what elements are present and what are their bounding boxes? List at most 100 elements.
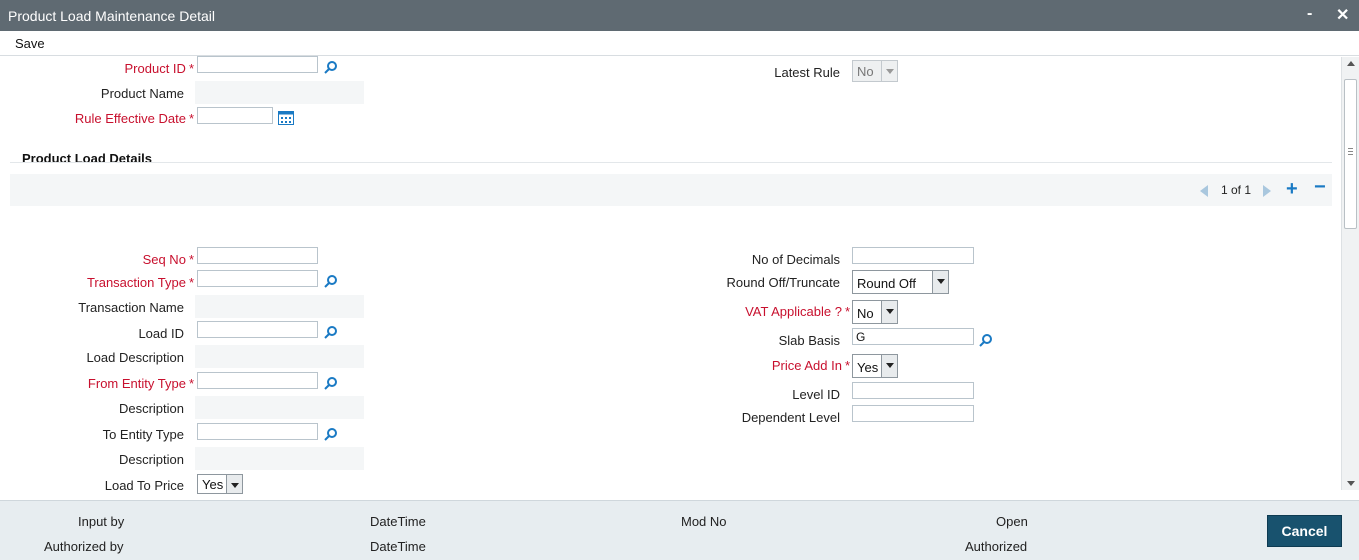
load-to-price-value: Yes — [202, 477, 224, 492]
rule-effective-date-label-text: Rule Effective Date — [74, 111, 186, 126]
dependent-level-label: Dependent Level — [741, 410, 840, 425]
required-marker: * — [844, 304, 850, 319]
from-entity-description-value — [195, 396, 364, 419]
price-add-in-label-text: Price Add In — [771, 358, 842, 373]
price-add-in-label: Price Add In * — [772, 358, 850, 373]
product-id-label: Product ID * — [125, 61, 194, 76]
round-off-truncate-label: Round Off/Truncate — [726, 275, 840, 290]
previous-page-icon[interactable] — [1200, 185, 1208, 197]
pager-text: 1 of 1 — [1221, 183, 1252, 197]
section-divider — [10, 162, 1332, 163]
load-id-input[interactable] — [197, 321, 318, 338]
section-title: Product Load Details — [22, 151, 153, 166]
required-marker: * — [188, 275, 194, 290]
transaction-type-label-text: Transaction Type — [86, 275, 186, 290]
grip-icon — [1348, 148, 1353, 155]
slab-basis-label: Slab Basis — [778, 333, 840, 348]
window-titlebar: Product Load Maintenance Detail - ✕ — [0, 0, 1359, 31]
seq-no-input[interactable] — [197, 247, 318, 264]
transaction-name-value — [195, 295, 364, 318]
input-by-label: Input by — [78, 514, 125, 529]
latest-rule-select: No — [852, 60, 898, 82]
pager-bar — [10, 174, 1332, 206]
mod-no-label: Mod No — [681, 514, 727, 529]
transaction-type-input[interactable] — [197, 270, 318, 287]
dependent-level-input[interactable] — [852, 405, 974, 422]
latest-rule-value: No — [857, 64, 874, 79]
vat-applicable-label: VAT Applicable ? * — [745, 304, 850, 319]
vat-applicable-value: No — [857, 306, 874, 321]
add-row-icon[interactable]: + — [1286, 178, 1298, 201]
search-icon[interactable] — [324, 376, 338, 390]
audit-footer: Input by Authorized by DateTime DateTime… — [0, 500, 1359, 560]
search-icon[interactable] — [324, 325, 338, 339]
load-description-label: Load Description — [86, 350, 184, 365]
load-id-label: Load ID — [138, 326, 184, 341]
round-off-truncate-value: Round Off — [857, 276, 917, 291]
save-button[interactable]: Save — [15, 36, 45, 51]
input-datetime-label: DateTime — [370, 514, 426, 529]
no-of-decimals-label: No of Decimals — [751, 252, 840, 267]
next-page-icon[interactable] — [1263, 185, 1271, 197]
product-name-label: Product Name — [100, 86, 184, 101]
to-entity-description-label: Description — [118, 452, 184, 467]
load-to-price-select[interactable]: Yes — [197, 474, 243, 494]
menu-bar: Save — [0, 31, 1359, 56]
required-marker: * — [844, 358, 850, 373]
search-icon[interactable] — [979, 333, 993, 347]
from-entity-type-label-text: From Entity Type — [87, 376, 186, 391]
chevron-down-icon[interactable] — [881, 301, 897, 323]
chevron-down-icon[interactable] — [932, 271, 948, 293]
no-of-decimals-input[interactable] — [852, 247, 974, 264]
chevron-down-icon — [881, 61, 897, 81]
product-id-label-text: Product ID — [124, 61, 186, 76]
transaction-type-label: Transaction Type * — [87, 275, 194, 290]
to-entity-description-value — [195, 447, 364, 470]
search-icon[interactable] — [324, 274, 338, 288]
close-icon[interactable]: ✕ — [1336, 5, 1349, 25]
chevron-down-icon[interactable] — [226, 475, 242, 493]
to-entity-type-label: To Entity Type — [102, 427, 184, 442]
transaction-name-label: Transaction Name — [78, 300, 184, 315]
scroll-thumb[interactable] — [1344, 79, 1357, 229]
authorized-by-label: Authorized by — [44, 539, 124, 554]
product-name-value — [195, 81, 364, 104]
vat-applicable-select[interactable]: No — [852, 300, 898, 324]
load-description-value — [195, 345, 364, 368]
search-icon[interactable] — [324, 60, 338, 74]
required-marker: * — [188, 61, 194, 76]
search-icon[interactable] — [324, 427, 338, 441]
required-marker: * — [188, 376, 194, 391]
calendar-icon[interactable] — [278, 111, 294, 125]
remove-row-icon[interactable]: − — [1314, 176, 1326, 199]
price-add-in-value: Yes — [857, 360, 879, 375]
product-id-input[interactable] — [197, 56, 318, 73]
slab-basis-input[interactable] — [852, 328, 974, 345]
latest-rule-label: Latest Rule — [774, 65, 840, 80]
to-entity-type-input[interactable] — [197, 423, 318, 440]
seq-no-label-text: Seq No — [142, 252, 186, 267]
minimize-icon[interactable]: - — [1307, 5, 1312, 23]
rule-effective-date-input[interactable] — [197, 107, 273, 124]
rule-effective-date-label: Rule Effective Date * — [75, 111, 194, 126]
required-marker: * — [188, 111, 194, 126]
scroll-up-icon[interactable] — [1347, 61, 1355, 66]
from-entity-description-label: Description — [118, 401, 184, 416]
scroll-down-icon[interactable] — [1347, 481, 1355, 486]
price-add-in-select[interactable]: Yes — [852, 354, 898, 378]
chevron-down-icon[interactable] — [881, 355, 897, 377]
seq-no-label: Seq No * — [143, 252, 194, 267]
required-marker: * — [188, 252, 194, 267]
cancel-button[interactable]: Cancel — [1267, 515, 1342, 547]
authorization-status-label: Authorized — [965, 539, 1028, 554]
level-id-input[interactable] — [852, 382, 974, 399]
from-entity-type-label: From Entity Type * — [88, 376, 194, 391]
vat-applicable-label-text: VAT Applicable ? — [745, 304, 842, 319]
authorized-datetime-label: DateTime — [370, 539, 426, 554]
load-to-price-label: Load To Price — [104, 478, 184, 493]
round-off-truncate-select[interactable]: Round Off — [852, 270, 949, 294]
from-entity-type-input[interactable] — [197, 372, 318, 389]
record-status-label: Open — [996, 514, 1028, 529]
vertical-scrollbar[interactable] — [1341, 57, 1359, 490]
level-id-label: Level ID — [792, 387, 840, 402]
